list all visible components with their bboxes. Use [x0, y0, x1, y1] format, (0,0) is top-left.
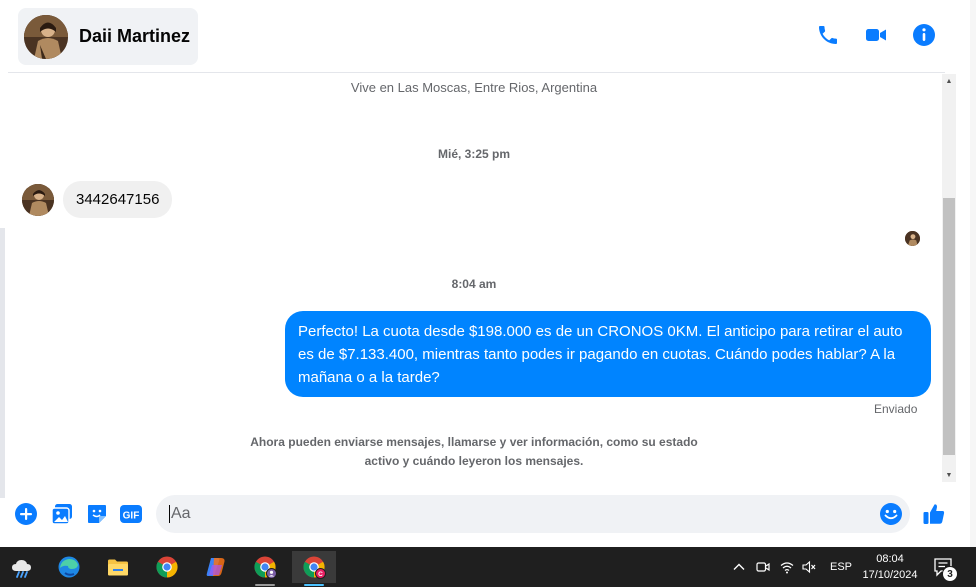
incoming-message-bubble[interactable]: 3442647156 [63, 181, 173, 218]
edge-icon[interactable] [47, 551, 91, 583]
chat-header: Daii Martinez [8, 2, 945, 73]
system-tray: ESP [731, 547, 852, 587]
speaker-muted-icon[interactable] [801, 559, 817, 575]
svg-text:GIF: GIF [123, 511, 140, 522]
meet-now-icon[interactable] [755, 559, 771, 575]
app-running-indicator [255, 584, 275, 586]
weather-icon[interactable] [0, 551, 44, 583]
svg-text:C: C [318, 571, 323, 578]
contact-location: Vive en Las Moscas, Entre Rios, Argentin… [350, 80, 598, 95]
clock-time: 08:04 [876, 553, 904, 565]
scroll-down-arrow-icon[interactable]: ▼ [942, 468, 956, 482]
scrollbar-thumb[interactable] [943, 198, 955, 455]
video-camera-icon[interactable] [863, 22, 889, 48]
contact-profile-button[interactable]: Daii Martinez [18, 8, 198, 65]
file-explorer-icon[interactable] [96, 551, 140, 583]
windows-taskbar: C ESP 08:04 17/10/2024 [0, 547, 976, 587]
info-icon[interactable] [911, 22, 937, 48]
chrome-icon[interactable] [145, 551, 189, 583]
clock[interactable]: 08:04 17/10/2024 [858, 551, 922, 583]
clock-date: 17/10/2024 [862, 569, 918, 581]
message-input[interactable]: Aa [156, 495, 910, 533]
language-indicator[interactable]: ESP [830, 561, 852, 573]
chrome-profile-icon[interactable] [243, 551, 287, 586]
messenger-window: Daii Martinez ▲ ▼ Vive en Las Moscas, En… [0, 0, 976, 547]
timestamp-divider: 8:04 am [451, 277, 497, 291]
copilot-icon[interactable] [194, 551, 238, 583]
app-active-indicator [304, 584, 324, 586]
image-icon[interactable] [50, 502, 74, 526]
header-actions [815, 22, 937, 48]
message-input-placeholder: Aa [169, 505, 191, 523]
outgoing-message-bubble[interactable]: Perfecto! La cuota desde $198.000 es de … [285, 311, 931, 397]
wifi-icon[interactable] [779, 559, 795, 575]
gif-icon[interactable]: GIF [119, 502, 143, 526]
message-composer: GIF Aa [8, 493, 948, 537]
thumbs-up-icon[interactable] [922, 502, 946, 526]
emoji-icon[interactable] [879, 502, 903, 526]
read-receipt-avatar [905, 231, 920, 246]
chrome-active-icon[interactable]: C [292, 551, 336, 586]
incoming-message-row: 3442647156 [22, 181, 173, 218]
plus-icon[interactable] [14, 502, 38, 526]
right-window-edge [970, 0, 976, 547]
left-window-edge [0, 228, 5, 498]
contact-name: Daii Martinez [79, 26, 191, 46]
sticker-icon[interactable] [85, 502, 109, 526]
contact-avatar [24, 14, 68, 59]
notification-count-badge: 3 [942, 566, 958, 582]
system-notice: Ahora pueden enviarse mensajes, llamarse… [250, 435, 698, 468]
timestamp-divider: Mié, 3:25 pm [437, 147, 511, 161]
sent-status: Enviado [874, 402, 918, 416]
chevron-up-icon[interactable] [731, 559, 747, 575]
sender-avatar[interactable] [22, 183, 54, 216]
phone-icon[interactable] [815, 22, 841, 48]
